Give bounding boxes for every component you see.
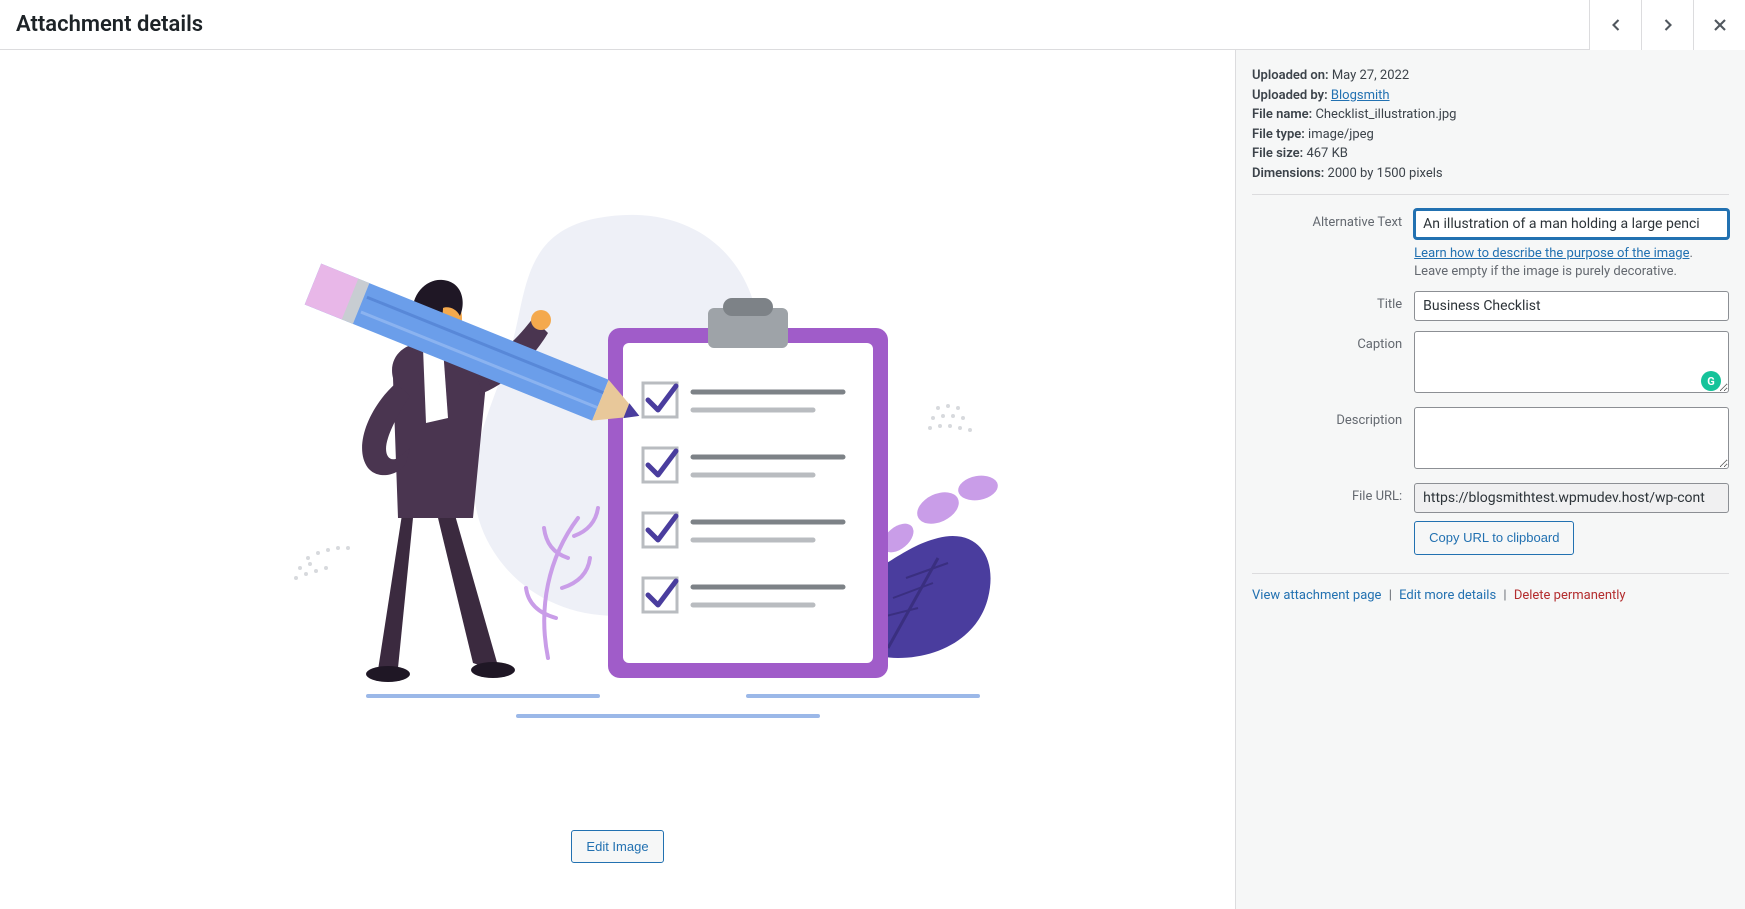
description-label: Description xyxy=(1252,407,1414,428)
file-url-input[interactable] xyxy=(1414,483,1729,513)
field-title: Title xyxy=(1252,291,1729,321)
description-input[interactable] xyxy=(1414,407,1729,469)
meta-uploaded-on: Uploaded on: May 27, 2022 xyxy=(1252,66,1729,86)
modal-body: Edit Image Uploaded on: May 27, 2022 Upl… xyxy=(0,50,1745,909)
caption-input[interactable] xyxy=(1414,331,1729,393)
title-input[interactable] xyxy=(1414,291,1729,321)
details-sidebar: Uploaded on: May 27, 2022 Uploaded by: B… xyxy=(1235,50,1745,909)
header-nav xyxy=(1589,0,1745,49)
field-file-url: File URL: Copy URL to clipboard xyxy=(1252,483,1729,555)
next-button[interactable] xyxy=(1641,0,1693,50)
view-attachment-link[interactable]: View attachment page xyxy=(1252,588,1381,603)
prev-button[interactable] xyxy=(1589,0,1641,50)
edit-more-details-link[interactable]: Edit more details xyxy=(1399,588,1496,603)
delete-permanently-link[interactable]: Delete permanently xyxy=(1514,588,1626,603)
checklist-illustration xyxy=(238,158,998,718)
chevron-left-icon xyxy=(1606,15,1626,35)
file-url-label: File URL: xyxy=(1252,483,1414,504)
modal-title: Attachment details xyxy=(0,12,203,37)
field-caption: Caption G xyxy=(1252,331,1729,397)
meta-dimensions: Dimensions: 2000 by 1500 pixels xyxy=(1252,164,1729,184)
field-alt-text: Alternative Text Learn how to describe t… xyxy=(1252,209,1729,281)
modal-header: Attachment details xyxy=(0,0,1745,50)
title-label: Title xyxy=(1252,291,1414,312)
close-button[interactable] xyxy=(1693,0,1745,50)
meta-file-name: File name: Checklist_illustration.jpg xyxy=(1252,105,1729,125)
alt-text-help: Learn how to describe the purpose of the… xyxy=(1414,245,1729,281)
edit-image-row: Edit Image xyxy=(571,810,663,894)
alt-help-link[interactable]: Learn how to describe the purpose of the… xyxy=(1414,246,1689,261)
alt-text-input[interactable] xyxy=(1414,209,1729,239)
attachment-actions: View attachment page | Edit more details… xyxy=(1252,573,1729,603)
meta-file-size: File size: 467 KB xyxy=(1252,144,1729,164)
edit-image-button[interactable]: Edit Image xyxy=(571,830,663,864)
caption-label: Caption xyxy=(1252,331,1414,352)
attachment-meta: Uploaded on: May 27, 2022 Uploaded by: B… xyxy=(1252,66,1729,195)
close-icon xyxy=(1710,15,1730,35)
uploaded-by-link[interactable]: Blogsmith xyxy=(1331,88,1390,103)
preview-pane: Edit Image xyxy=(0,50,1235,909)
meta-uploaded-by: Uploaded by: Blogsmith xyxy=(1252,86,1729,106)
meta-file-type: File type: image/jpeg xyxy=(1252,125,1729,145)
copy-url-button[interactable]: Copy URL to clipboard xyxy=(1414,521,1574,555)
field-description: Description xyxy=(1252,407,1729,473)
chevron-right-icon xyxy=(1658,15,1678,35)
alt-text-label: Alternative Text xyxy=(1252,209,1414,230)
attachment-details-modal: Attachment details xyxy=(0,0,1745,909)
image-preview xyxy=(16,66,1219,810)
